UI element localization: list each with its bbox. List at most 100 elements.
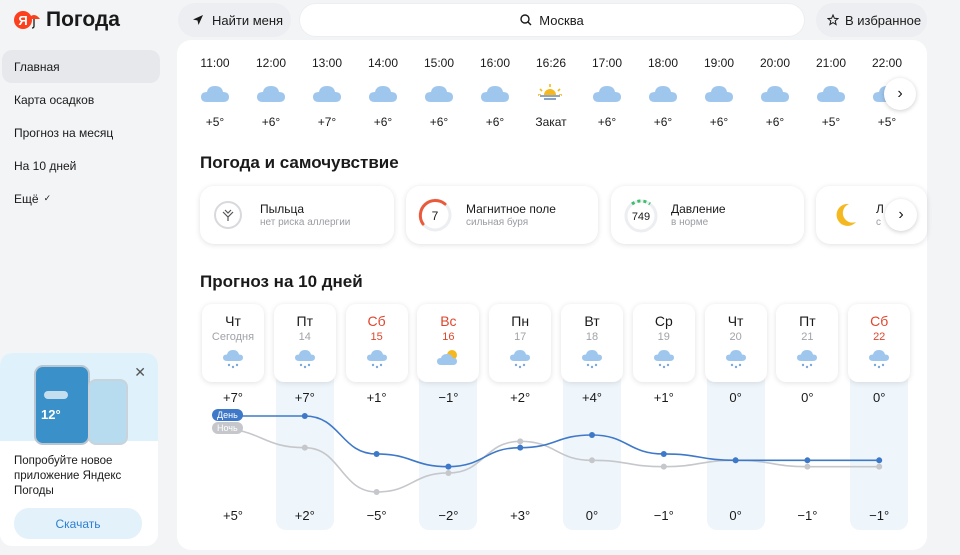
hour-icon: [536, 83, 566, 105]
hour-time: 20:00: [759, 56, 791, 70]
phone-mockup: 12°: [34, 365, 90, 445]
sidebar-item-more[interactable]: Ещё ✓: [0, 182, 165, 215]
hour-time: 18:00: [647, 56, 679, 70]
hour-temp: +6°: [485, 115, 505, 129]
day-card[interactable]: Чт 20: [704, 304, 767, 382]
magnetic-gauge-icon: 7: [418, 198, 452, 232]
sidebar-item-10days[interactable]: На 10 дней: [0, 149, 165, 182]
hour-icon: [256, 83, 286, 105]
cloud-icon: [257, 86, 285, 102]
day-date: 22: [873, 331, 886, 343]
sidebar-item-precip-map[interactable]: Карта осадков: [0, 83, 165, 116]
magnetic-card[interactable]: 7 Магнитное поле сильная буря: [406, 186, 598, 244]
day-of-week: Чт: [225, 313, 241, 329]
day-date: 17: [514, 331, 527, 343]
cloud-icon: [593, 86, 621, 102]
day-card[interactable]: Чт Сегодня: [202, 304, 264, 382]
day-of-week: Чт: [727, 313, 744, 329]
day-icon: [848, 348, 910, 370]
snow-cloud-icon: [797, 350, 818, 369]
hour-temp: Закат: [535, 115, 567, 129]
hour-temp: +6°: [765, 115, 785, 129]
location-arrow-icon: [193, 15, 203, 25]
partly-cloudy-icon: [437, 350, 458, 365]
find-me-button[interactable]: Найти меня: [178, 3, 291, 37]
day-card[interactable]: Сб 15: [345, 304, 408, 382]
cloud-icon: [201, 86, 229, 102]
cloud-icon: [313, 86, 341, 102]
svg-text:7: 7: [432, 209, 439, 223]
close-icon[interactable]: ✕: [134, 364, 146, 381]
pollen-icon: [214, 201, 242, 229]
hour-temp: +6°: [597, 115, 617, 129]
day-card[interactable]: Пт 14: [273, 304, 336, 382]
pollen-card[interactable]: Пыльца нет риска аллергии: [200, 186, 394, 244]
day-icon: [633, 348, 695, 370]
cloud-icon: [705, 86, 733, 102]
svg-text:Я: Я: [18, 13, 27, 28]
sidebar-item-main[interactable]: Главная: [2, 50, 160, 83]
day-of-week: Пт: [799, 313, 816, 329]
hour-time: 13:00: [311, 56, 343, 70]
day-card[interactable]: Пн 17: [489, 304, 552, 382]
favorites-button[interactable]: В избранное: [816, 3, 927, 37]
hour-icon: [200, 83, 230, 105]
day-icon: [561, 348, 623, 370]
day-of-week: Ср: [654, 313, 673, 329]
promo-text: Попробуйте новое приложение Яндекс Погод…: [14, 455, 122, 497]
day-date: 18: [585, 331, 599, 343]
app-logo[interactable]: Я Погода: [14, 8, 120, 32]
snow-cloud-icon: [510, 350, 531, 369]
hour-time: 15:00: [423, 56, 455, 70]
day-date: 21: [801, 331, 814, 343]
day-card[interactable]: Ср 19: [632, 304, 695, 382]
hour-time: 22:00: [871, 56, 903, 70]
day-card[interactable]: Вт 18: [561, 304, 623, 382]
day-date: Сегодня: [211, 331, 255, 343]
chevron-down-icon: ✓: [43, 193, 52, 203]
hour-icon: [368, 83, 398, 105]
cloud-icon: [649, 86, 677, 102]
day-icon: [417, 348, 479, 368]
day-card[interactable]: Сб 22: [848, 304, 911, 382]
umbrella-logo-icon: Я: [14, 11, 40, 29]
hour-icon: [592, 83, 622, 105]
day-date: 20: [729, 331, 742, 343]
day-card[interactable]: Пт 21: [776, 304, 839, 382]
cloud-icon: [481, 86, 509, 102]
day-card[interactable]: Вс 16: [417, 304, 480, 382]
snow-cloud-icon: [725, 350, 746, 369]
hour-time: 17:00: [591, 56, 623, 70]
star-icon: [827, 14, 839, 26]
hour-time: 21:00: [815, 56, 847, 70]
hour-temp: +5°: [821, 115, 841, 129]
forecast-title: Прогноз на 10 дней: [200, 272, 363, 291]
svg-text:749: 749: [632, 211, 650, 223]
hour-icon: [648, 83, 678, 105]
wellbeing-title: Погода и самочувствие: [200, 153, 399, 172]
sidebar-item-month[interactable]: Прогноз на месяц: [0, 116, 165, 149]
day-icon: [274, 348, 336, 370]
hour-time: 16:00: [479, 56, 511, 70]
snow-cloud-icon: [869, 350, 890, 369]
day-date: 15: [370, 331, 383, 343]
chevron-right-icon: ›: [897, 85, 903, 102]
hour-temp: +5°: [877, 115, 897, 129]
download-app-button[interactable]: Скачать: [14, 508, 142, 539]
day-of-week: Сб: [870, 313, 889, 329]
hour-icon: [816, 83, 846, 105]
day-date: 14: [298, 331, 311, 343]
hourly-next-button[interactable]: ›: [884, 78, 916, 110]
chevron-right-icon: ›: [898, 206, 904, 223]
cloud-icon: [817, 86, 845, 102]
hour-temp: +6°: [653, 115, 673, 129]
hour-time: 14:00: [367, 56, 399, 70]
day-icon: [489, 348, 551, 370]
pressure-card[interactable]: 749 Давление в норме: [611, 186, 804, 244]
moon-icon: [836, 203, 856, 226]
hour-icon: [424, 83, 454, 105]
wellbeing-next-button[interactable]: ›: [885, 199, 917, 231]
search-input[interactable]: Москва: [299, 3, 805, 37]
hour-time: 11:00: [200, 56, 230, 70]
hourly-forecast: 11:00 +5° 12:00 +6° 13:00 +7° 14:00 +6° 15:00 +6°…: [187, 52, 927, 136]
